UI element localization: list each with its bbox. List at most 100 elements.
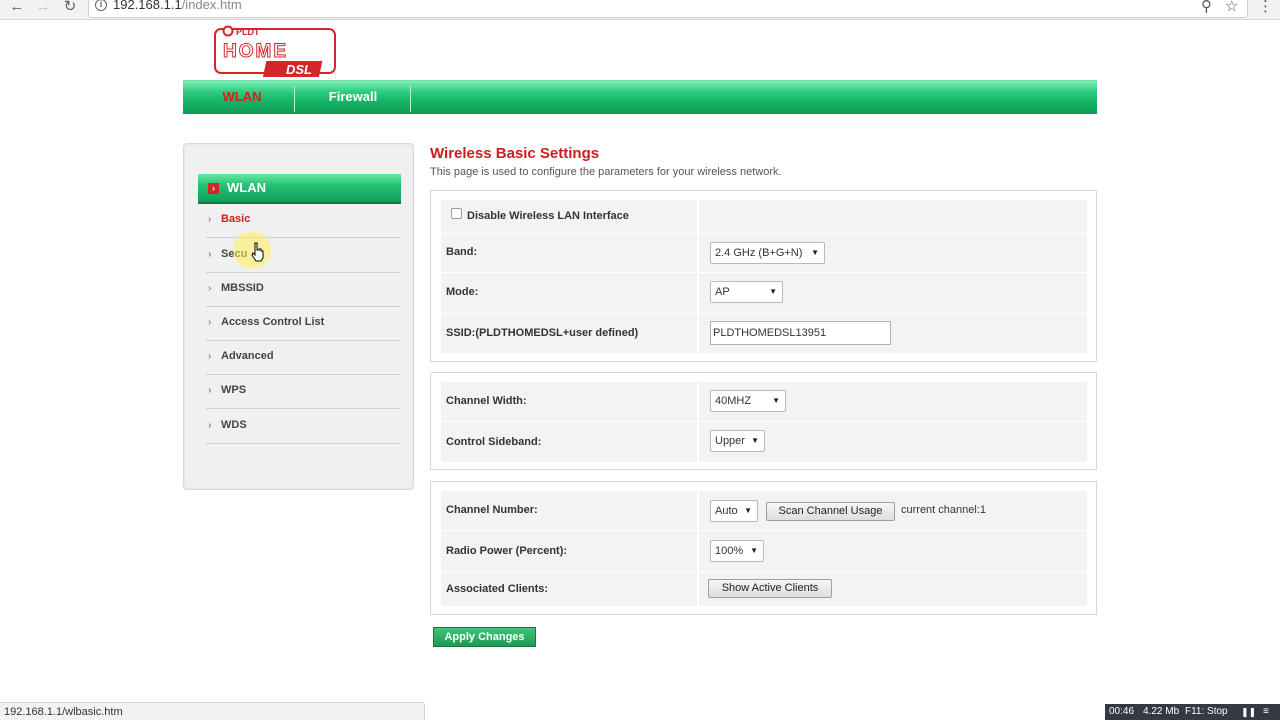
topnav-firewall[interactable]: Firewall [313,81,393,115]
row-label-cell: Radio Power (Percent): [441,531,699,571]
chevron-right-icon: › [208,317,212,328]
sidebar-header-label: WLAN [227,180,266,195]
sidebar-item-wps[interactable]: › WPS [206,375,400,409]
sidebar-item-label: MBSSID [221,282,264,294]
sidebar-item-mbssid[interactable]: › MBSSID [206,273,400,307]
band-label: Band: [446,246,478,258]
channel-width-select[interactable]: 40MHZ ▼ [710,390,786,412]
row-label-cell: Channel Number: [441,491,699,530]
browser-status-bar: 192.168.1.1/wlbasic.htm [0,702,425,720]
control-sideband-row: Control Sideband: Upper ▼ [441,422,1087,462]
sidebar-item-access-control-list[interactable]: › Access Control List [206,307,400,341]
topnav-divider [410,86,411,112]
sidebar-item-label: Basic [221,213,251,225]
chevron-right-icon: › [208,385,212,396]
menu-icon[interactable]: ≡ [1263,704,1269,720]
channel-number-row: Channel Number: Auto ▼ Scan Channel Usage… [441,491,1087,530]
page-description: This page is used to configure the param… [430,166,782,178]
page-title: Wireless Basic Settings [430,145,600,162]
forward-icon[interactable]: → [34,0,52,18]
basic-settings-panel: Disable Wireless LAN Interface Band: 2.4… [430,190,1097,362]
sidebar-item-advanced[interactable]: › Advanced [206,341,400,375]
scan-channel-usage-button[interactable]: Scan Channel Usage [766,502,895,521]
associated-clients-label: Associated Clients: [446,583,549,595]
row-label-cell: Associated Clients: [441,572,699,606]
sidebar-item-label: WPS [221,384,247,396]
disable-wlan-row: Disable Wireless LAN Interface [441,200,1087,233]
radio-power-select[interactable]: 100% ▼ [710,540,764,562]
disable-wlan-label: Disable Wireless LAN Interface [467,210,629,222]
sidebar-item-wds[interactable]: › WDS [206,410,400,444]
screen-recorder-bar: 00:46 4.22 Mb F11: Stop ❚❚ ≡ [1105,704,1280,720]
dropdown-arrow-icon: ▼ [769,287,777,296]
mode-select[interactable]: AP ▼ [710,281,783,303]
row-label-cell: SSID:(PLDTHOMEDSL+user defined) [441,314,699,353]
radio-power-label: Radio Power (Percent): [446,545,568,557]
row-label-cell: Channel Width: [441,382,699,421]
back-icon[interactable]: ← [8,0,26,18]
dropdown-arrow-icon: ▼ [811,248,819,257]
band-row: Band: 2.4 GHz (B+G+N) ▼ [441,234,1087,272]
sidebar: › WLAN › Basic › Secu › MBSSID › Access … [183,143,414,490]
hand-cursor-icon [251,242,264,262]
mode-label: Mode: [446,286,479,298]
associated-clients-row: Associated Clients: Show Active Clients [441,572,1087,606]
radio-settings-panel: Channel Number: Auto ▼ Scan Channel Usage… [430,481,1097,615]
chevron-right-icon: › [208,183,219,194]
recorder-time: 00:46 [1109,706,1135,717]
sidebar-header: › WLAN [198,174,401,204]
control-sideband-label: Control Sideband: [446,436,542,448]
top-navigation: WLAN Firewall [183,80,1097,114]
topnav-wlan[interactable]: WLAN [203,81,281,115]
dropdown-arrow-icon: ▼ [744,506,752,515]
sidebar-item-label: Access Control List [221,316,325,328]
pldt-home-dsl-logo: PLDT HOME DSL [214,25,336,77]
chevron-right-icon: › [208,249,212,260]
extension-icon[interactable]: ⚲ [1201,0,1212,15]
sidebar-item-label: WDS [221,419,247,431]
address-bar[interactable]: i 192.168.1.1/index.htm [88,0,1248,18]
apply-changes-button[interactable]: Apply Changes [433,627,536,647]
ssid-input[interactable]: PLDTHOMEDSL13951 [710,321,891,345]
bookmark-star-icon[interactable]: ☆ [1225,0,1238,15]
band-select[interactable]: 2.4 GHz (B+G+N) ▼ [710,242,825,264]
chevron-right-icon: › [208,214,212,225]
browser-toolbar: ← → ↻ i 192.168.1.1/index.htm ⚲ ☆ ⋮ [0,0,1280,20]
svg-text:PLDT: PLDT [236,27,260,37]
menu-icon[interactable]: ⋮ [1258,0,1273,15]
chevron-right-icon: › [208,283,212,294]
info-icon[interactable]: i [95,0,107,11]
row-label-cell: Disable Wireless LAN Interface [441,200,699,233]
dropdown-arrow-icon: ▼ [750,546,758,555]
ssid-label: SSID:(PLDTHOMEDSL+user defined) [446,327,639,339]
row-label-cell: Band: [441,234,699,272]
svg-text:DSL: DSL [286,62,312,77]
current-channel-text: current channel:1 [901,504,986,516]
svg-text:HOME: HOME [223,41,288,62]
channel-width-row: Channel Width: 40MHZ ▼ [441,382,1087,421]
recorder-stop-hint[interactable]: F11: Stop [1185,704,1228,720]
disable-wlan-checkbox[interactable] [451,208,462,219]
radio-power-row: Radio Power (Percent): 100% ▼ [441,531,1087,571]
channel-number-select[interactable]: Auto ▼ [710,500,758,522]
recorder-size: 4.22 Mb [1143,706,1180,717]
channel-settings-panel: Channel Width: 40MHZ ▼ Control Sideband: … [430,372,1097,470]
chevron-right-icon: › [208,420,212,431]
show-active-clients-button[interactable]: Show Active Clients [708,579,832,598]
dropdown-arrow-icon: ▼ [772,396,780,405]
channel-width-label: Channel Width: [446,395,527,407]
control-sideband-select[interactable]: Upper ▼ [710,430,765,452]
mode-row: Mode: AP ▼ [441,273,1087,313]
pause-icon[interactable]: ❚❚ [1241,704,1256,720]
address-url: 192.168.1.1/index.htm [113,0,242,12]
topnav-divider [294,86,295,112]
chevron-right-icon: › [208,351,212,362]
channel-number-label: Channel Number: [446,504,538,516]
row-label-cell: Mode: [441,273,699,313]
sidebar-item-label: Advanced [221,350,274,362]
ssid-row: SSID:(PLDTHOMEDSL+user defined) PLDTHOME… [441,314,1087,353]
reload-icon[interactable]: ↻ [61,0,79,18]
dropdown-arrow-icon: ▼ [751,436,759,445]
sidebar-item-basic[interactable]: › Basic [206,204,400,238]
row-label-cell: Control Sideband: [441,422,699,462]
